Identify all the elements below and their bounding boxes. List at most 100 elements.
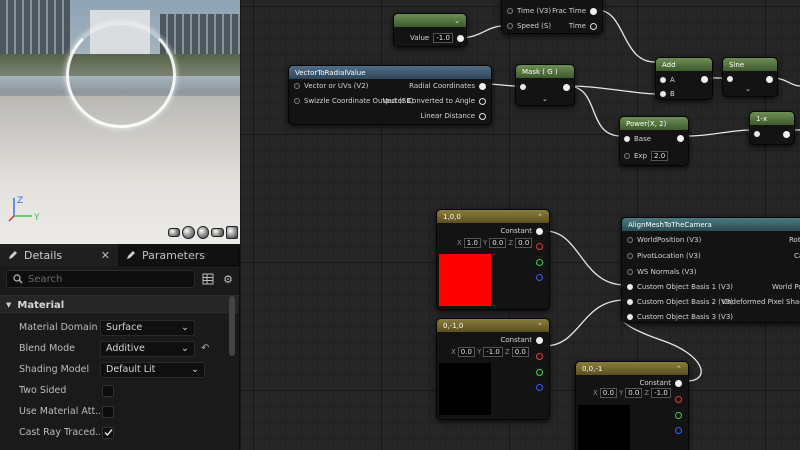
node-header[interactable]: 0,0,-1 ⌃ xyxy=(576,362,688,375)
cube-preview-icon[interactable] xyxy=(225,226,239,239)
node-header[interactable]: 0,-1,0 ⌃ xyxy=(437,319,549,332)
node-power[interactable]: Power(X, 2) Base Exp 2.0 xyxy=(619,116,689,166)
node-header[interactable]: AlignMeshToTheCamera xyxy=(622,218,800,231)
chevron-down-icon[interactable]: ⌄ xyxy=(542,95,548,103)
input-pin[interactable] xyxy=(727,76,733,82)
green-output-pin[interactable] xyxy=(675,412,682,419)
exp-value-input[interactable]: 2.0 xyxy=(651,151,669,161)
red-output-pin[interactable] xyxy=(536,243,543,250)
y-value-input[interactable]: -1.0 xyxy=(483,347,503,357)
z-value-input[interactable]: -1.0 xyxy=(651,388,671,398)
material-preview-viewport[interactable]: Z Y xyxy=(0,0,240,244)
output-pin[interactable] xyxy=(479,112,486,120)
input-pin[interactable] xyxy=(627,299,633,305)
cast-ray-traced-checkbox[interactable] xyxy=(102,426,114,439)
node-header[interactable]: Mask ( G ) xyxy=(516,65,574,78)
tab-details[interactable]: Details ✕ xyxy=(0,244,118,266)
search-box[interactable] xyxy=(6,270,195,288)
blue-output-pin[interactable] xyxy=(675,427,682,434)
output-pin[interactable] xyxy=(590,7,597,15)
input-pin[interactable] xyxy=(627,314,633,320)
node-mask[interactable]: Mask ( G ) ⌄ xyxy=(515,64,575,106)
node-scalar-parameter[interactable]: ⌄ Value -1.0 xyxy=(393,13,467,47)
input-pin[interactable] xyxy=(627,237,633,243)
output-pin[interactable] xyxy=(536,227,543,235)
y-value-input[interactable]: 0.0 xyxy=(625,388,643,398)
chevron-down-icon[interactable]: ⌄ xyxy=(745,85,751,93)
sphere-alt-preview-icon[interactable] xyxy=(196,226,210,239)
gear-icon[interactable]: ⚙ xyxy=(221,272,235,286)
input-pin[interactable] xyxy=(294,98,300,104)
node-one-minus[interactable]: 1-x xyxy=(749,111,795,145)
node-header[interactable]: ⌄ xyxy=(394,14,466,27)
output-pin[interactable] xyxy=(536,336,543,344)
chevron-up-icon[interactable]: ⌃ xyxy=(676,365,682,373)
node-time[interactable]: Time (V3) Speed (S) Frac Time Time xyxy=(501,0,603,34)
chevron-down-icon[interactable]: ⌄ xyxy=(454,17,460,25)
input-pin[interactable] xyxy=(520,84,526,90)
output-pin[interactable] xyxy=(677,135,684,142)
input-pin[interactable] xyxy=(507,23,513,29)
input-pin[interactable] xyxy=(294,83,300,89)
x-value-input[interactable]: 1.0 xyxy=(463,238,481,248)
output-pin[interactable] xyxy=(479,82,486,90)
blue-output-pin[interactable] xyxy=(536,274,543,281)
y-value-input[interactable]: 0.0 xyxy=(489,238,507,248)
node-header[interactable]: 1-x xyxy=(750,112,794,125)
two-sided-checkbox[interactable] xyxy=(102,384,114,397)
node-header[interactable]: 1,0,0 ⌃ xyxy=(437,210,549,223)
preview-mesh-selector[interactable] xyxy=(168,226,239,240)
node-header[interactable]: Add xyxy=(656,58,712,71)
node-sine[interactable]: Sine ⌄ xyxy=(722,57,778,97)
table-view-icon[interactable] xyxy=(201,272,215,286)
value-input[interactable]: -1.0 xyxy=(433,33,453,43)
reset-to-default-icon[interactable]: ↶ xyxy=(201,343,209,354)
shading-model-select[interactable]: Default Lit ⌄ xyxy=(100,361,205,378)
cylinder-preview-icon[interactable] xyxy=(168,228,181,237)
output-pin[interactable] xyxy=(456,34,464,42)
sphere-preview-icon[interactable] xyxy=(182,226,195,239)
chevron-up-icon[interactable]: ⌃ xyxy=(537,322,543,330)
node-constant-0-m1-0[interactable]: 0,-1,0 ⌃ Constant X 0.0 Y -1.0 Z 0.0 xyxy=(436,318,550,420)
material-graph-canvas[interactable]: ⌄ Value -1.0 Time (V3) Speed (S) Frac Ti… xyxy=(241,0,800,450)
z-value-input[interactable]: 0.0 xyxy=(511,347,529,357)
details-scrollbar[interactable] xyxy=(229,296,235,356)
input-pin[interactable] xyxy=(754,131,760,137)
plane-preview-icon[interactable] xyxy=(211,228,224,237)
output-pin[interactable] xyxy=(675,379,682,387)
node-header[interactable]: VectorToRadialValue xyxy=(289,66,491,79)
z-value-input[interactable]: 0.0 xyxy=(515,238,533,248)
input-pin[interactable] xyxy=(624,136,630,142)
output-pin[interactable] xyxy=(479,97,486,105)
output-pin[interactable] xyxy=(701,76,708,83)
input-pin[interactable] xyxy=(627,269,633,275)
section-material-header[interactable]: ▼ Material xyxy=(0,295,239,315)
blend-mode-select[interactable]: Additive ⌄ xyxy=(100,340,195,357)
node-constant-0-0-m1[interactable]: 0,0,-1 ⌃ Constant X 0.0 Y 0.0 Z -1.0 xyxy=(575,361,689,450)
output-pin[interactable] xyxy=(590,22,597,30)
red-output-pin[interactable] xyxy=(675,396,682,403)
node-header[interactable]: Power(X, 2) xyxy=(620,117,688,130)
output-pin[interactable] xyxy=(563,84,570,91)
green-output-pin[interactable] xyxy=(536,369,543,376)
use-material-attributes-checkbox[interactable] xyxy=(102,405,114,418)
node-add[interactable]: Add A B xyxy=(655,57,713,100)
red-output-pin[interactable] xyxy=(536,353,543,360)
input-pin[interactable] xyxy=(507,8,513,14)
x-value-input[interactable]: 0.0 xyxy=(457,347,475,357)
tab-parameters[interactable]: Parameters xyxy=(118,244,213,266)
node-align-mesh-to-the-camera[interactable]: AlignMeshToTheCamera WorldPosition (V3) … xyxy=(621,217,800,323)
input-pin[interactable] xyxy=(627,253,633,259)
input-pin[interactable] xyxy=(660,91,666,97)
close-icon[interactable]: ✕ xyxy=(101,249,110,262)
x-value-input[interactable]: 0.0 xyxy=(599,388,617,398)
green-output-pin[interactable] xyxy=(536,259,543,266)
input-pin[interactable] xyxy=(624,153,630,159)
node-vector-to-radial-value[interactable]: VectorToRadialValue Vector or UVs (V2) S… xyxy=(288,65,492,125)
blue-output-pin[interactable] xyxy=(536,384,543,391)
output-pin[interactable] xyxy=(766,76,773,83)
input-pin[interactable] xyxy=(627,284,633,290)
chevron-up-icon[interactable]: ⌃ xyxy=(537,213,543,221)
material-domain-select[interactable]: Surface ⌄ xyxy=(100,319,195,336)
input-pin[interactable] xyxy=(660,77,666,83)
